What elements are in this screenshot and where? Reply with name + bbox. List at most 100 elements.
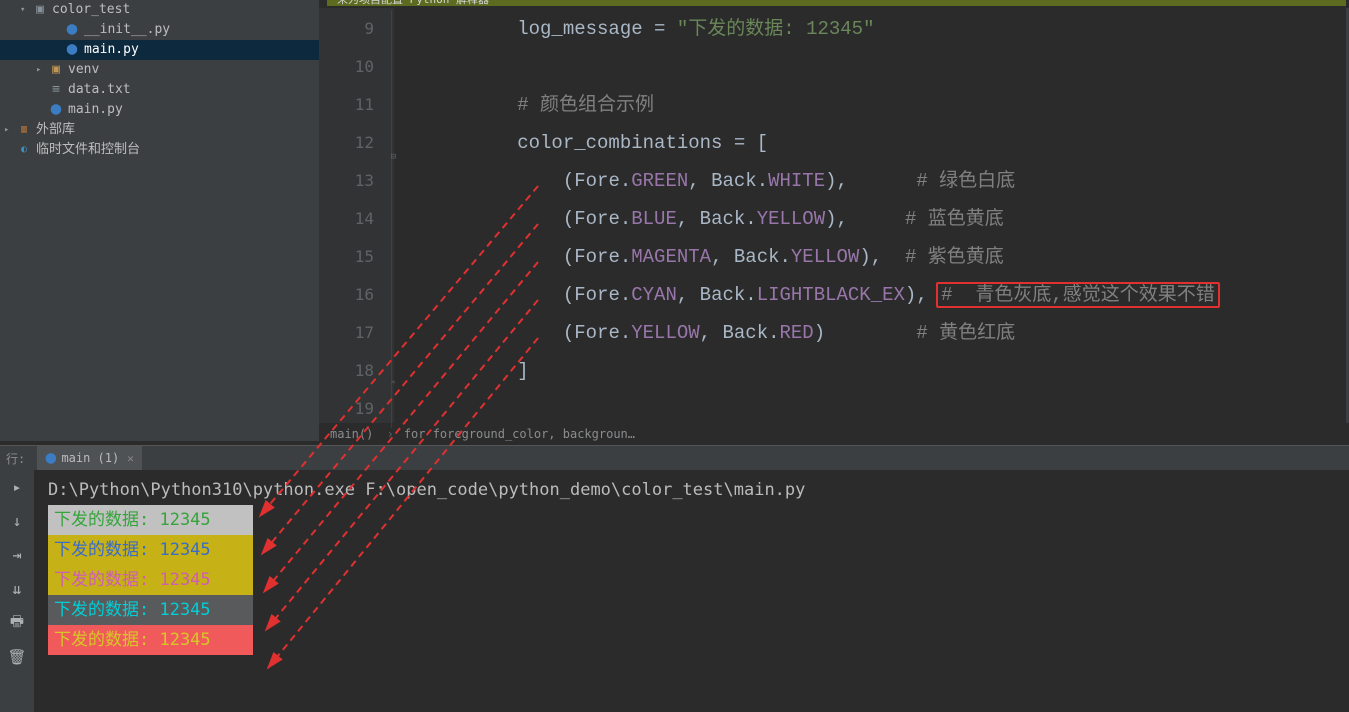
console-command: D:\Python\Python310\python.exe F:\open_c…	[48, 482, 1335, 499]
breadcrumb-item[interactable]: for foreground_color, backgroun…	[404, 427, 641, 441]
code-token: ,	[677, 284, 700, 306]
code-token	[848, 170, 916, 192]
scroll-to-end-button[interactable]: ⇊	[6, 578, 28, 600]
code-token: = [	[722, 132, 768, 154]
tree-arrow-icon[interactable]: ▸	[36, 60, 46, 80]
tree-item-label: main.py	[84, 40, 139, 60]
gutter-line-number[interactable]: 16	[319, 276, 374, 314]
editor-code-area[interactable]: log_message = "下发的数据: 12345" # 颜色组合示例 co…	[394, 8, 1349, 423]
code-token: .	[620, 322, 631, 344]
tree-item-data-txt[interactable]: ≡data.txt	[0, 80, 319, 100]
run-tab-main[interactable]: ⬤ main (1) ✕	[37, 446, 142, 471]
rerun-button[interactable]: ▸	[6, 476, 28, 498]
code-token: # 紫色黄底	[905, 246, 1004, 268]
code-token: Fore	[574, 208, 620, 230]
gutter-line-number[interactable]: 10	[319, 48, 374, 86]
tree-arrow-icon[interactable]: ▸	[4, 120, 14, 140]
code-line[interactable]: # 颜色组合示例	[394, 86, 1349, 124]
code-token: # 颜色组合示例	[517, 94, 654, 116]
code-token: Fore	[574, 170, 620, 192]
tree-item-label: data.txt	[68, 80, 131, 100]
code-line[interactable]: color_combinations = [	[394, 124, 1349, 162]
tree-item--[interactable]: ◐临时文件和控制台	[0, 140, 319, 160]
console-output-line: 下发的数据: 12345	[48, 535, 253, 565]
code-token: .	[757, 170, 768, 192]
library-icon: ▥	[16, 122, 32, 138]
code-line[interactable]	[394, 48, 1349, 86]
run-tab-label: main (1)	[61, 451, 119, 465]
banner-text: 未为项目配置 Python 解释器	[337, 0, 489, 6]
code-line[interactable]: (Fore.MAGENTA, Back.YELLOW), # 紫色黄底	[394, 238, 1349, 276]
code-token: Back	[711, 170, 757, 192]
code-token: CYAN	[631, 284, 677, 306]
python-file-icon: ⬤	[64, 22, 80, 38]
code-line[interactable]	[394, 390, 1349, 423]
code-token: .	[768, 322, 779, 344]
gutter-line-number[interactable]: 12⊟	[319, 124, 374, 162]
gutter-line-number[interactable]: 17	[319, 314, 374, 352]
code-token: Fore	[574, 246, 620, 268]
code-token: Fore	[574, 284, 620, 306]
code-token: ),	[825, 170, 848, 192]
code-line[interactable]: ]	[394, 352, 1349, 390]
python-file-icon: ⬤	[48, 102, 64, 118]
code-token: log_message	[517, 18, 642, 40]
down-button[interactable]: ↓	[6, 510, 28, 532]
code-token: GREEN	[631, 170, 688, 192]
code-token: ),	[825, 208, 848, 230]
tree-item-label: color_test	[52, 0, 130, 20]
console-output-line: 下发的数据: 12345	[48, 505, 253, 535]
console-output-line: 下发的数据: 12345	[48, 595, 253, 625]
code-token: ]	[517, 360, 528, 382]
code-token: (	[563, 170, 574, 192]
code-token: LIGHTBLACK_EX	[757, 284, 905, 306]
run-label: 行:	[0, 450, 25, 467]
tree-item-__init__-py[interactable]: ⬤__init__.py	[0, 20, 319, 40]
tree-item-label: 外部库	[36, 120, 75, 140]
gutter-line-number[interactable]: 18⌃	[319, 352, 374, 390]
run-console[interactable]: D:\Python\Python310\python.exe F:\open_c…	[34, 470, 1349, 712]
tree-item--[interactable]: ▸▥外部库	[0, 120, 319, 140]
code-token	[882, 246, 905, 268]
console-output-line: 下发的数据: 12345	[48, 565, 253, 595]
tree-item-label: venv	[68, 60, 99, 80]
trash-button[interactable]: 🗑	[6, 646, 28, 668]
breadcrumb[interactable]: main() for foreground_color, backgroun…	[330, 423, 641, 445]
gutter-line-number[interactable]: 9	[319, 10, 374, 48]
code-line[interactable]: log_message = "下发的数据: 12345"	[394, 10, 1349, 48]
close-icon[interactable]: ✕	[127, 452, 134, 465]
code-token: (	[563, 284, 574, 306]
tree-item-main-py[interactable]: ⬤main.py	[0, 100, 319, 120]
code-token: .	[620, 284, 631, 306]
gutter-line-number[interactable]: 11	[319, 86, 374, 124]
gutter-line-number[interactable]: 13	[319, 162, 374, 200]
tree-item-venv[interactable]: ▸▣venv	[0, 60, 319, 80]
gutter-line-number[interactable]: 14	[319, 200, 374, 238]
soft-wrap-button[interactable]: ⇥	[6, 544, 28, 566]
code-line[interactable]: (Fore.GREEN, Back.WHITE), # 绿色白底	[394, 162, 1349, 200]
code-token: color_combinations	[517, 132, 722, 154]
tree-item-main-py[interactable]: ⬤main.py	[0, 40, 319, 60]
scratch-icon: ◐	[16, 142, 32, 158]
code-token: )	[814, 322, 825, 344]
tree-arrow-icon[interactable]: ▾	[20, 0, 30, 20]
tree-item-color_test[interactable]: ▾▣color_test	[0, 0, 319, 20]
gutter-line-number[interactable]: 15	[319, 238, 374, 276]
code-line[interactable]: (Fore.CYAN, Back.LIGHTBLACK_EX), # 青色灰底,…	[394, 276, 1349, 314]
code-line[interactable]: (Fore.YELLOW, Back.RED) # 黄色红底	[394, 314, 1349, 352]
code-token: Back	[700, 284, 746, 306]
code-token: .	[745, 208, 756, 230]
code-token	[848, 208, 905, 230]
code-line[interactable]: (Fore.BLUE, Back.YELLOW), # 蓝色黄底	[394, 200, 1349, 238]
project-tree[interactable]: ▾▣color_test⬤__init__.py⬤main.py▸▣venv≡d…	[0, 0, 319, 441]
run-side-toolbar: ▸ ↓ ⇥ ⇊ 🖶 🗑	[0, 470, 34, 712]
code-token: ),	[905, 284, 928, 306]
code-editor[interactable]: 9101112⊟131415161718⌃19 log_message = "下…	[319, 8, 1349, 423]
print-button[interactable]: 🖶	[6, 612, 28, 634]
code-token: YELLOW	[631, 322, 699, 344]
text-file-icon: ≡	[48, 82, 64, 98]
breadcrumb-item[interactable]: main()	[330, 427, 394, 441]
code-token: ),	[859, 246, 882, 268]
console-output-line: 下发的数据: 12345	[48, 625, 253, 655]
code-token: Back	[734, 246, 780, 268]
